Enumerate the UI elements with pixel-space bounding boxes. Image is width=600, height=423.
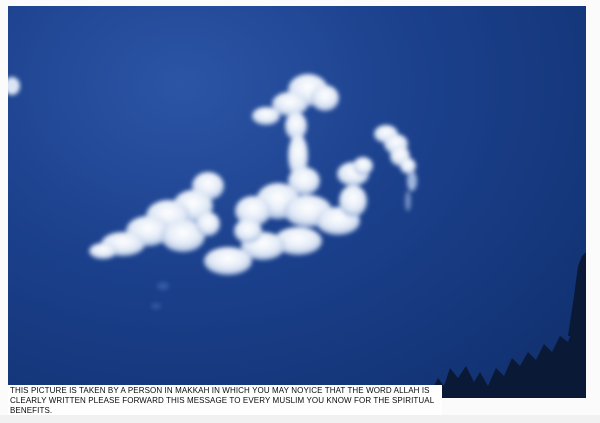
bottom-border <box>0 415 600 423</box>
tree-silhouettes <box>428 252 586 398</box>
main-cloud <box>89 74 373 275</box>
sky-photo <box>8 6 586 398</box>
caption-text: THIS PICTURE IS TAKEN BY A PERSON IN MAK… <box>8 385 442 417</box>
photo-frame: THIS PICTURE IS TAKEN BY A PERSON IN MAK… <box>0 0 600 423</box>
cloud-scene <box>8 74 586 398</box>
faint-puffs <box>151 282 169 309</box>
edge-cloud <box>8 77 20 95</box>
wisp-cloud <box>374 125 417 211</box>
